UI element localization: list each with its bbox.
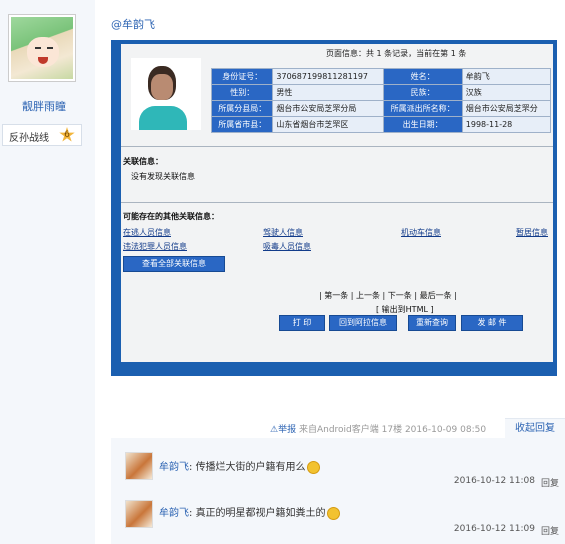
- username-link[interactable]: 靓胖雨瞳: [0, 98, 88, 114]
- reply-avatar[interactable]: [125, 452, 153, 480]
- photo-link: 暂居信息: [516, 228, 548, 237]
- collapse-replies-button[interactable]: 收起回复: [505, 418, 565, 439]
- rank-badge[interactable]: 反孙战线 6: [2, 124, 82, 146]
- emoji-icon: [326, 506, 340, 520]
- list-item: 牟韵飞: 真正的明星都视户籍如粪土的 2016-10-12 11:09 回复: [111, 490, 565, 542]
- reply-button[interactable]: 回复: [541, 476, 559, 489]
- reply-avatar[interactable]: [125, 500, 153, 528]
- photo-portrait: [131, 58, 201, 130]
- photo-related-empty: 没有发现关联信息: [131, 172, 195, 181]
- photo-action-button: 重新查询: [408, 315, 456, 331]
- author-sidebar: 靓胖雨瞳 反孙战线 6: [0, 0, 95, 544]
- photo-view-all-button: 查看全部关联信息: [123, 256, 225, 272]
- source-link[interactable]: 来自Android客户端: [299, 425, 379, 435]
- emoji-icon: [306, 460, 320, 474]
- list-item: 牟韵飞: 传播烂大街的户籍有用么 2016-10-12 11:08 回复: [111, 438, 565, 490]
- table-row: 性别： 男性 民族： 汉族: [210, 84, 552, 101]
- reply-author-link[interactable]: 牟韵飞: [159, 508, 189, 519]
- post-image[interactable]: 页面信息：共 1 条记录，当前在第 1 条 身份证号： 3706871998112…: [111, 40, 557, 376]
- photo-link: 在逃人员信息: [123, 228, 171, 237]
- reply-list: 牟韵飞: 传播烂大街的户籍有用么 2016-10-12 11:08 回复 牟韵飞…: [111, 438, 565, 544]
- reply-time: 2016-10-12 11:08: [453, 476, 535, 486]
- photo-link: 机动车信息: [401, 228, 441, 237]
- photo-action-button: 发 邮 件: [461, 315, 523, 331]
- reply-button[interactable]: 回复: [541, 524, 559, 537]
- reply-content: 牟韵飞: 真正的明星都视户籍如粪土的: [159, 504, 340, 520]
- reply-text: 传播烂大街的户籍有用么: [195, 462, 306, 473]
- table-row: 所属省市县： 山东省烟台市芝罘区 出生日期： 1998-11-28: [210, 116, 552, 133]
- reply-time: 2016-10-12 11:09: [453, 524, 535, 534]
- photo-screen: 页面信息：共 1 条记录，当前在第 1 条 身份证号： 3706871998112…: [121, 44, 553, 362]
- avatar[interactable]: [8, 14, 76, 82]
- photo-link: 违法犯罪人员信息: [123, 242, 187, 251]
- rank-label: 反孙战线: [9, 133, 49, 144]
- floor-number: 17楼: [381, 425, 403, 435]
- reply-content: 牟韵飞: 传播烂大街的户籍有用么: [159, 458, 320, 474]
- photo-html-output: [ 输出到HTML ]: [376, 305, 434, 314]
- photo-page-info: 页面信息：共 1 条记录，当前在第 1 条: [326, 49, 467, 58]
- table-row: 所属分县局： 烟台市公安局芝罘分局 所属派出所名称： 烟台市公安局芝罘分: [210, 100, 552, 117]
- table-row: 身份证号： 370687199811281197 姓名： 牟韵飞: [210, 68, 552, 85]
- photo-action-button: 打 印: [279, 315, 325, 331]
- reply-author-link[interactable]: 牟韵飞: [159, 462, 189, 473]
- photo-other-title: 可能存在的其他关联信息：: [123, 212, 219, 221]
- photo-related-title: 关联信息：: [123, 157, 163, 166]
- photo-info-table: 身份证号： 370687199811281197 姓名： 牟韵飞 性别： 男性 民族：…: [210, 68, 552, 133]
- post-footer: ⚠举报 来自Android客户端 17楼 2016-10-09 08:50: [270, 422, 486, 435]
- report-link[interactable]: ⚠举报: [270, 425, 296, 435]
- rank-level-star-icon: 6: [59, 127, 75, 142]
- photo-pager: | 第一条 | 上一条 | 下一条 | 最后一条 |: [319, 291, 457, 300]
- photo-link: 吸毒人员信息: [263, 242, 311, 251]
- mention-link[interactable]: @牟韵飞: [111, 16, 155, 32]
- reply-text: 真正的明星都视户籍如粪土的: [195, 508, 326, 519]
- photo-action-button: 回到阿拉信息: [329, 315, 397, 331]
- avatar-image: [11, 17, 73, 79]
- post-time: 2016-10-09 08:50: [404, 425, 487, 435]
- photo-link: 驾驶人信息: [263, 228, 303, 237]
